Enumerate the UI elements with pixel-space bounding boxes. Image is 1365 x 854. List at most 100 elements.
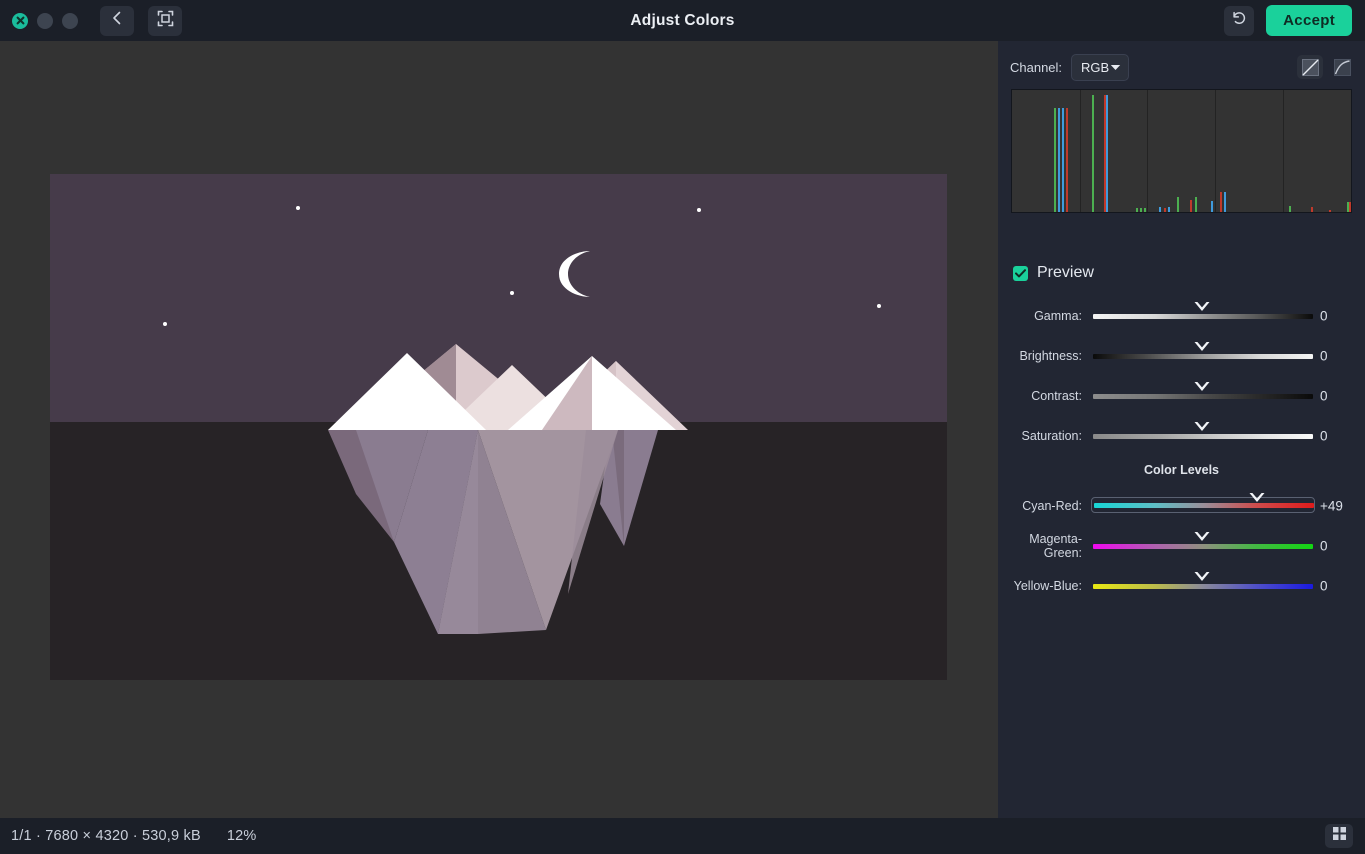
canvas-area[interactable] xyxy=(0,41,998,818)
fit-to-window-button[interactable] xyxy=(148,5,182,36)
histogram-bar xyxy=(1195,197,1197,212)
status-file-info: 1/1 · 7680 × 4320 · 530,9 kB xyxy=(11,828,201,844)
slider-saturation[interactable] xyxy=(1093,422,1313,445)
histogram-bar xyxy=(1054,108,1056,212)
minimize-button[interactable] xyxy=(37,12,53,29)
adjust-colors-panel: Channel: RGB Preview Color Levels Gamma:… xyxy=(998,41,1365,818)
histogram-bar xyxy=(1289,205,1291,212)
histogram-bar xyxy=(1311,207,1313,212)
slider-track-brightness[interactable] xyxy=(1093,354,1313,359)
slider-row-saturation: Saturation: 0 xyxy=(998,422,1365,446)
slider-cyan-red[interactable] xyxy=(1091,493,1315,513)
histogram-bar xyxy=(1144,208,1146,212)
histogram-bar xyxy=(1140,208,1142,212)
slider-label-yellow-blue: Yellow-Blue: xyxy=(1013,579,1082,593)
slider-value-saturation: 0 xyxy=(1320,428,1328,444)
status-separator-2: · xyxy=(132,828,138,844)
star-2 xyxy=(697,208,701,212)
histogram-bar xyxy=(1159,207,1161,212)
histogram-mode-toggles xyxy=(1297,55,1355,79)
slider-handle-contrast[interactable] xyxy=(1193,381,1211,395)
slider-track-contrast[interactable] xyxy=(1093,394,1313,399)
slider-track-saturation[interactable] xyxy=(1093,434,1313,439)
status-separator-1: · xyxy=(36,828,42,844)
histogram-bar xyxy=(1092,94,1094,212)
histogram-bar xyxy=(1220,192,1222,212)
slider-track-yellow-blue[interactable] xyxy=(1093,584,1313,589)
slider-track-gamma[interactable] xyxy=(1093,314,1313,319)
slider-handle-saturation[interactable] xyxy=(1193,421,1211,435)
slider-row-brightness: Brightness: 0 xyxy=(998,342,1365,366)
channel-select[interactable]: RGB xyxy=(1071,53,1130,81)
color-levels-heading: Color Levels xyxy=(1143,463,1220,477)
histogram-bar xyxy=(1190,199,1192,212)
slider-handle-yellow-blue[interactable] xyxy=(1193,571,1211,585)
slider-track-magenta-green[interactable] xyxy=(1093,544,1313,549)
histogram-divider-3 xyxy=(1215,90,1216,212)
star-5 xyxy=(877,304,881,308)
maximize-button[interactable] xyxy=(62,12,78,29)
thumbnail-grid-icon xyxy=(1332,826,1347,846)
slider-brightness[interactable] xyxy=(1093,342,1313,365)
slider-row-magenta-green: Magenta-Green: 0 xyxy=(998,532,1365,560)
slider-magenta-green[interactable] xyxy=(1093,532,1313,555)
channel-row: Channel: RGB xyxy=(998,51,1365,83)
histogram-bar xyxy=(1058,108,1060,212)
back-button[interactable] xyxy=(100,5,134,36)
undo-button[interactable] xyxy=(1224,5,1255,36)
linear-histogram-toggle[interactable] xyxy=(1297,55,1323,79)
slider-value-yellow-blue: 0 xyxy=(1320,578,1328,594)
histogram-bar xyxy=(1224,192,1226,212)
star-3 xyxy=(510,291,514,295)
chevron-left-icon xyxy=(110,10,124,31)
slider-row-contrast: Contrast: 0 xyxy=(998,382,1365,406)
slider-label-cyan-red: Cyan-Red: xyxy=(1022,499,1082,513)
close-button[interactable] xyxy=(12,12,28,29)
star-4 xyxy=(163,322,167,326)
zoom-level[interactable]: 12% xyxy=(227,828,257,844)
histogram-bar xyxy=(1136,208,1138,212)
logarithmic-histogram-toggle[interactable] xyxy=(1329,55,1355,79)
slider-handle-gamma[interactable] xyxy=(1193,301,1211,315)
preview-checkbox-row[interactable]: Preview xyxy=(1013,264,1094,282)
histogram-bar xyxy=(1349,202,1351,212)
slider-value-contrast: 0 xyxy=(1320,388,1328,404)
histogram-bar xyxy=(1168,207,1170,212)
slider-label-brightness: Brightness: xyxy=(1019,349,1082,363)
slider-label-contrast: Contrast: xyxy=(1031,389,1082,403)
slider-label-gamma: Gamma: xyxy=(1034,309,1082,323)
preview-checkbox[interactable] xyxy=(1013,265,1028,281)
histogram-bar xyxy=(1329,209,1331,212)
thumbnail-grid-button[interactable] xyxy=(1325,824,1353,848)
page-title: Adjust Colors xyxy=(630,12,735,29)
accept-button[interactable]: Accept xyxy=(1266,5,1352,36)
slider-row-gamma: Gamma: 0 xyxy=(998,302,1365,326)
file-size: 530,9 kB xyxy=(142,828,201,844)
undo-icon xyxy=(1231,10,1247,31)
chevron-down-icon xyxy=(1110,58,1121,76)
title-bar: Adjust Colors Accept xyxy=(0,0,1365,41)
channel-selected-value: RGB xyxy=(1081,59,1110,75)
slider-yellow-blue[interactable] xyxy=(1093,572,1313,595)
slider-handle-brightness[interactable] xyxy=(1193,341,1211,355)
slider-contrast[interactable] xyxy=(1093,382,1313,405)
slider-gamma[interactable] xyxy=(1093,302,1313,325)
channel-label: Channel: xyxy=(1010,59,1063,75)
slider-label-magenta-green: Magenta-Green: xyxy=(1029,532,1082,560)
titlebar-actions: Accept xyxy=(1224,5,1352,36)
slider-value-cyan-red: +49 xyxy=(1320,498,1343,514)
preview-label: Preview xyxy=(1037,264,1094,281)
status-bar: 1/1 · 7680 × 4320 · 530,9 kB 12% xyxy=(0,818,1365,854)
histogram-display[interactable] xyxy=(1011,89,1352,213)
slider-row-cyan-red: Cyan-Red: +49 xyxy=(998,493,1365,516)
histogram-bar xyxy=(1106,94,1108,212)
histogram-bar xyxy=(1164,208,1166,212)
slider-handle-magenta-green[interactable] xyxy=(1193,531,1211,545)
slider-track-cyan-red[interactable] xyxy=(1094,503,1314,508)
crescent-moon-icon xyxy=(552,250,596,298)
page-indicator: 1/1 xyxy=(11,828,32,844)
histogram-bar xyxy=(1177,197,1179,212)
window-controls xyxy=(12,12,78,29)
star-1 xyxy=(296,206,300,210)
image-artboard[interactable] xyxy=(50,174,947,680)
